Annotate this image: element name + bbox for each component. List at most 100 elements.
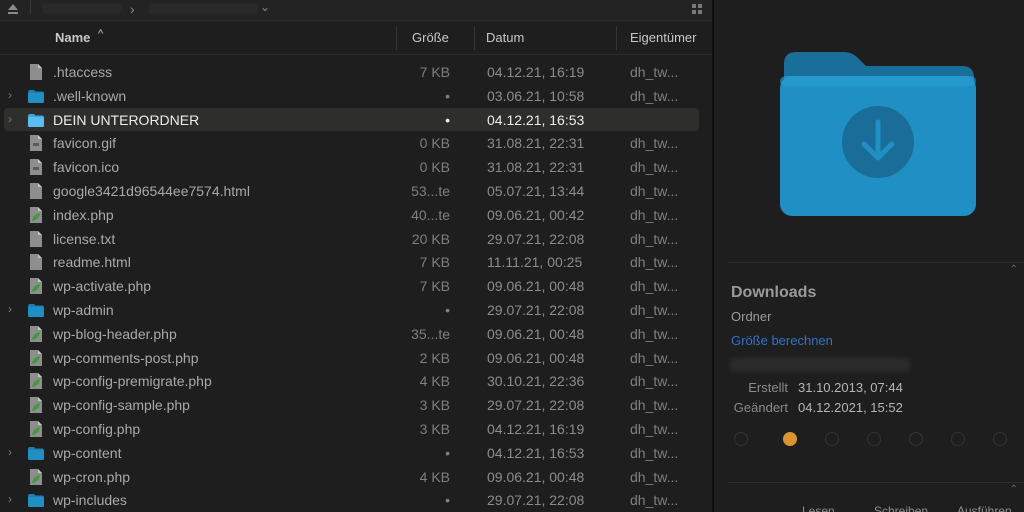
file-row[interactable]: › wp-includes • 29.07.21, 22:08 dh_tw... <box>0 488 712 512</box>
file-size: 3 KB <box>419 397 450 414</box>
file-date: 04.12.21, 16:53 <box>487 444 585 461</box>
chevron-down-icon[interactable]: ⌄ <box>260 0 270 14</box>
permission-read[interactable]: Lesen <box>802 504 835 512</box>
file-name: wp-cron.php <box>53 468 131 485</box>
file-row[interactable]: wp-comments-post.php 2 KB 09.06.21, 00:48 d… <box>0 346 712 370</box>
sort-ascending-icon[interactable]: ^ <box>98 28 103 40</box>
tag-dot[interactable] <box>909 432 923 446</box>
file-row[interactable]: wp-config-premigrate.php 4 KB 30.10.21, 22… <box>0 369 712 393</box>
column-name[interactable]: Name <box>55 30 90 45</box>
file-owner: dh_tw... <box>630 230 679 247</box>
document-icon <box>28 230 44 248</box>
file-row[interactable]: wp-activate.php 7 KB 09.06.21, 00:48 dh_tw.… <box>0 274 712 298</box>
file-name: .htaccess <box>53 64 113 80</box>
file-owner: dh_tw... <box>630 444 679 461</box>
file-owner: dh_tw... <box>630 206 679 223</box>
chevron-right-icon: › <box>130 1 135 17</box>
file-size: • <box>445 301 450 318</box>
column-divider[interactable] <box>616 26 617 50</box>
file-row[interactable]: index.php 40...te 09.06.21, 00:42 dh_tw... <box>0 203 712 227</box>
file-size: 7 KB <box>419 254 450 271</box>
file-date: 31.08.21, 22:31 <box>487 159 585 176</box>
tag-dot-orange[interactable] <box>783 432 797 446</box>
file-row[interactable]: wp-config.php 3 KB 04.12.21, 16:19 dh_tw... <box>0 417 712 441</box>
tag-dot[interactable] <box>867 432 881 446</box>
file-row[interactable]: › wp-content • 04.12.21, 16:53 dh_tw... <box>0 441 712 465</box>
file-owner: dh_tw... <box>630 420 679 437</box>
file-row[interactable]: wp-cron.php 4 KB 09.06.21, 00:48 dh_tw... <box>0 465 712 489</box>
file-row[interactable]: › wp-admin • 29.07.21, 22:08 dh_tw... <box>0 298 712 322</box>
file-date: 29.07.21, 22:08 <box>487 301 585 318</box>
breadcrumb-item[interactable] <box>148 3 258 14</box>
info-panel: ⌃ Downloads Ordner Größe berechnen Erste… <box>714 0 1024 512</box>
file-row[interactable]: google3421d96544ee7574.html 53...te 05.07.… <box>0 179 712 203</box>
file-name: readme.html <box>53 254 131 271</box>
redacted-info <box>730 358 910 372</box>
file-row[interactable]: › .well-known • 03.06.21, 10:58 dh_tw... <box>0 84 712 108</box>
column-divider[interactable] <box>474 26 475 50</box>
created-value: 31.10.2013, 07:44 <box>798 380 903 395</box>
file-date: 04.12.21, 16:19 <box>487 420 585 437</box>
file-date: 11.11.21, 00:25 <box>487 254 583 271</box>
file-size: 53...te <box>411 182 450 199</box>
file-row[interactable]: wp-blog-header.php 35...te 09.06.21, 00:48… <box>0 322 712 346</box>
file-size: • <box>445 87 450 104</box>
php-file-icon <box>28 349 44 367</box>
section-divider <box>728 262 1024 263</box>
disclosure-chevron-icon[interactable]: › <box>8 112 12 126</box>
file-date: 29.07.21, 22:08 <box>487 492 585 509</box>
file-row[interactable]: .htaccess 7 KB 04.12.21, 16:19 dh_tw... <box>0 60 712 84</box>
disclosure-chevron-icon[interactable]: › <box>8 302 12 316</box>
disclosure-chevron-icon[interactable]: › <box>8 88 12 102</box>
file-row[interactable]: › DEIN UNTERORDNER • 04.12.21, 16:53 <box>0 107 712 132</box>
file-date: 09.06.21, 00:48 <box>487 278 585 295</box>
file-owner: dh_tw... <box>630 325 679 342</box>
column-size[interactable]: Größe <box>412 30 449 45</box>
disclosure-chevron-icon[interactable]: › <box>8 492 12 506</box>
file-size: 4 KB <box>419 468 450 485</box>
column-owner[interactable]: Eigentümer <box>630 30 696 45</box>
eject-icon[interactable] <box>6 2 20 16</box>
column-divider[interactable] <box>396 26 397 50</box>
file-size: 7 KB <box>419 278 450 295</box>
file-date: 31.08.21, 22:31 <box>487 135 585 152</box>
file-name: wp-config-premigrate.php <box>53 373 212 390</box>
php-file-icon <box>28 468 44 486</box>
tag-dot[interactable] <box>951 432 965 446</box>
permission-execute[interactable]: Ausführen <box>957 504 1012 512</box>
tag-dot[interactable] <box>993 432 1007 446</box>
file-row[interactable]: readme.html 7 KB 11.11.21, 00:25 dh_tw... <box>0 250 712 274</box>
image-file-icon <box>28 134 44 152</box>
file-size: 35...te <box>411 325 450 342</box>
file-row[interactable]: favicon.gif 0 KB 31.08.21, 22:31 dh_tw... <box>0 131 712 155</box>
file-date: 04.12.21, 16:19 <box>487 64 585 80</box>
chevron-up-icon[interactable]: ⌃ <box>1010 264 1018 275</box>
tag-dot[interactable] <box>734 432 748 446</box>
permission-write[interactable]: Schreiben <box>874 504 928 512</box>
grid-icon[interactable] <box>692 4 702 14</box>
finder-window: › ⌄ Name ^ Größe Datum Eigentümer .htacc… <box>0 0 1024 512</box>
tag-row <box>734 432 1024 448</box>
file-date: 09.06.21, 00:42 <box>487 206 585 223</box>
file-row[interactable]: license.txt 20 KB 29.07.21, 22:08 dh_tw... <box>0 227 712 251</box>
file-owner: dh_tw... <box>630 397 679 414</box>
calculate-size-link[interactable]: Größe berechnen <box>731 333 833 348</box>
file-name: wp-config-sample.php <box>53 397 190 414</box>
column-date[interactable]: Datum <box>486 30 524 45</box>
disclosure-chevron-icon[interactable]: › <box>8 445 12 459</box>
file-name: favicon.ico <box>53 159 120 176</box>
file-owner: dh_tw... <box>630 159 679 176</box>
file-name: license.txt <box>53 230 116 247</box>
file-row[interactable]: favicon.ico 0 KB 31.08.21, 22:31 dh_tw... <box>0 155 712 179</box>
tag-dot[interactable] <box>825 432 839 446</box>
chevron-up-icon[interactable]: ⌃ <box>1010 484 1018 495</box>
breadcrumb-item[interactable] <box>42 3 122 14</box>
document-icon <box>28 63 44 81</box>
php-file-icon <box>28 277 44 295</box>
file-name: wp-admin <box>53 301 114 318</box>
folder-icon <box>28 491 44 509</box>
file-size: 20 KB <box>411 230 450 247</box>
file-owner: dh_tw... <box>630 278 679 295</box>
file-size: 7 KB <box>419 64 450 80</box>
file-row[interactable]: wp-config-sample.php 3 KB 29.07.21, 22:08 d… <box>0 393 712 417</box>
